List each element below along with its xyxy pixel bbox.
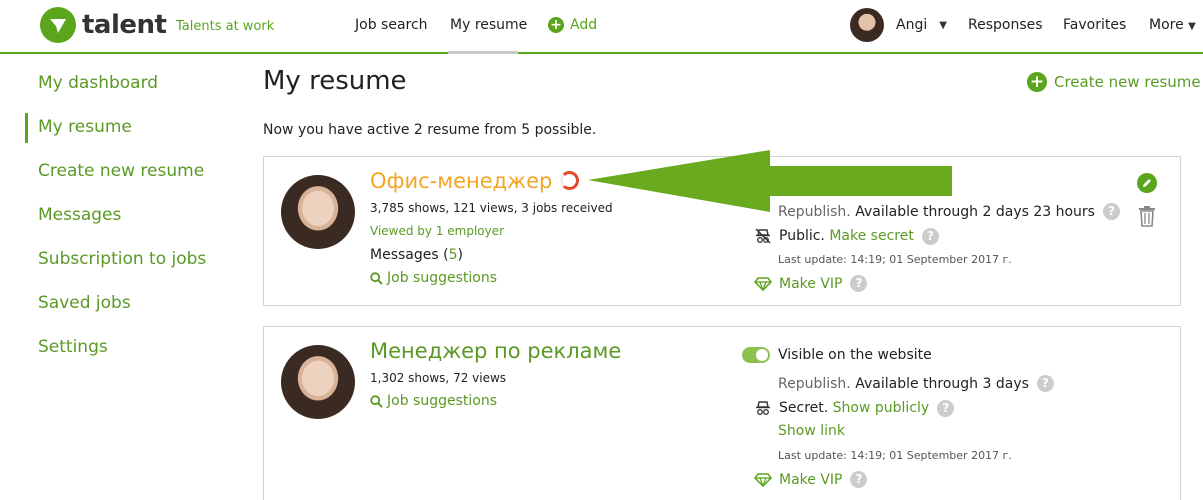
sidebar-item-dashboard[interactable]: My dashboard xyxy=(38,73,158,93)
resume-photo xyxy=(281,345,355,419)
caret-down-icon: ▼ xyxy=(939,19,947,31)
show-link[interactable]: Show link xyxy=(778,423,845,439)
avatar xyxy=(850,8,884,42)
search-icon xyxy=(370,394,383,408)
active-tab-indicator xyxy=(448,51,518,54)
nav-add[interactable]: + Add xyxy=(548,17,597,33)
visible-row: Visible on the website xyxy=(742,347,932,363)
make-vip-row: Make VIP? xyxy=(751,275,868,292)
spy-crossed-icon xyxy=(751,227,775,245)
user-menu[interactable]: Angi ▼ xyxy=(850,8,947,42)
user-name: Angi xyxy=(896,17,928,33)
help-icon[interactable]: ? xyxy=(850,275,868,292)
header-divider xyxy=(0,52,1203,54)
resume-count-info: Now you have active 2 resume from 5 poss… xyxy=(263,122,597,138)
nav-favorites[interactable]: Favorites xyxy=(1063,17,1126,33)
republish-label: Republish. xyxy=(778,375,851,392)
job-suggestions-link[interactable]: Job suggestions xyxy=(370,270,497,286)
add-plus-icon: + xyxy=(548,17,564,33)
resume-title[interactable]: Офис-менеджер xyxy=(370,169,580,193)
trash-icon[interactable] xyxy=(1138,205,1156,231)
resume-photo xyxy=(281,175,355,249)
nav-add-label: Add xyxy=(570,17,598,33)
resume-title-text: Менеджер по рекламе xyxy=(370,339,622,363)
make-vip-row: Make VIP? xyxy=(751,471,868,488)
create-new-resume-label: Create new resume xyxy=(1054,73,1201,91)
help-icon[interactable]: ? xyxy=(850,471,868,488)
plus-icon: + xyxy=(1027,72,1047,92)
sidebar-item-subscription[interactable]: Subscription to jobs xyxy=(38,249,206,269)
messages-count: 5 xyxy=(448,247,458,263)
tagline: Talents at work xyxy=(176,19,275,34)
visibility-status: Public. xyxy=(779,228,825,244)
sidebar-item-messages[interactable]: Messages xyxy=(38,205,121,225)
diamond-icon xyxy=(751,472,775,487)
show-publicly-link[interactable]: Show publicly xyxy=(833,400,930,416)
create-new-resume-button[interactable]: + Create new resume xyxy=(1027,72,1201,92)
last-update: Last update: 14:19; 01 September 2017 г. xyxy=(778,253,1012,266)
spy-icon xyxy=(751,399,775,417)
diamond-icon xyxy=(751,276,775,291)
resume-stats: 1,302 shows, 72 views xyxy=(370,371,507,385)
resume-stats: 3,785 shows, 121 views, 3 jobs received xyxy=(370,201,613,215)
help-icon[interactable]: ? xyxy=(921,227,939,245)
sidebar-item-saved-jobs[interactable]: Saved jobs xyxy=(38,293,131,313)
visible-label: Visible on the website xyxy=(778,347,932,363)
last-update-row: Last update: 14:19; 01 September 2017 г. xyxy=(778,449,1012,462)
sidebar-item-my-resume[interactable]: My resume xyxy=(38,117,132,137)
nav-more[interactable]: More ▼ xyxy=(1149,17,1196,33)
make-vip-link[interactable]: Make VIP xyxy=(779,276,842,292)
help-icon[interactable]: ? xyxy=(1036,375,1054,392)
page-title: My resume xyxy=(263,66,407,96)
logo-text: talent xyxy=(82,10,167,40)
caret-down-icon: ▼ xyxy=(1188,21,1196,32)
nav-more-label: More xyxy=(1149,17,1184,33)
make-secret-link[interactable]: Make secret xyxy=(829,228,914,244)
job-suggestions-label: Job suggestions xyxy=(387,393,497,409)
resume-title[interactable]: Менеджер по рекламе xyxy=(370,339,621,363)
make-vip-link[interactable]: Make VIP xyxy=(779,472,842,488)
visibility-row: Public. Make secret? xyxy=(751,227,939,245)
annotation-arrow-icon xyxy=(588,150,952,212)
republish-value: Available through 3 days xyxy=(855,375,1029,392)
help-icon[interactable]: ? xyxy=(937,399,955,417)
sidebar-active-indicator xyxy=(25,113,28,143)
nav-my-resume[interactable]: My resume xyxy=(450,17,527,33)
resume-card: Менеджер по рекламе 1,302 shows, 72 view… xyxy=(263,326,1181,500)
job-suggestions-link[interactable]: Job suggestions xyxy=(370,393,497,409)
logo-mark-icon xyxy=(40,7,76,43)
job-suggestions-label: Job suggestions xyxy=(387,270,497,286)
help-icon[interactable]: ? xyxy=(1102,203,1120,220)
messages-label: Messages ( xyxy=(370,247,449,263)
visibility-toggle[interactable] xyxy=(742,347,770,363)
messages-link[interactable]: Messages (5) xyxy=(370,247,463,263)
last-update: Last update: 14:19; 01 September 2017 г. xyxy=(778,449,1012,462)
sidebar-item-settings[interactable]: Settings xyxy=(38,337,108,357)
resume-title-text: Офис-менеджер xyxy=(370,169,553,193)
edit-icon[interactable] xyxy=(1137,173,1157,193)
show-link-row: Show link xyxy=(778,423,845,439)
last-update-row: Last update: 14:19; 01 September 2017 г. xyxy=(778,253,1012,266)
nav-responses[interactable]: Responses xyxy=(968,17,1043,33)
republish-row: Republish. Available through 3 days? xyxy=(778,375,1054,392)
viewed-by-employers[interactable]: Viewed by 1 employer xyxy=(370,224,504,238)
progress-ring-icon xyxy=(560,171,580,190)
top-navigation-bar: talent Talents at work Job search My res… xyxy=(0,0,1203,52)
sidebar-item-create-resume[interactable]: Create new resume xyxy=(38,161,204,181)
search-icon xyxy=(370,271,383,285)
messages-close: ) xyxy=(457,247,463,263)
visibility-row: Secret. Show publicly? xyxy=(751,399,955,417)
logo[interactable]: talent xyxy=(40,7,167,43)
visibility-status: Secret. xyxy=(779,400,829,416)
nav-job-search[interactable]: Job search xyxy=(355,17,428,33)
